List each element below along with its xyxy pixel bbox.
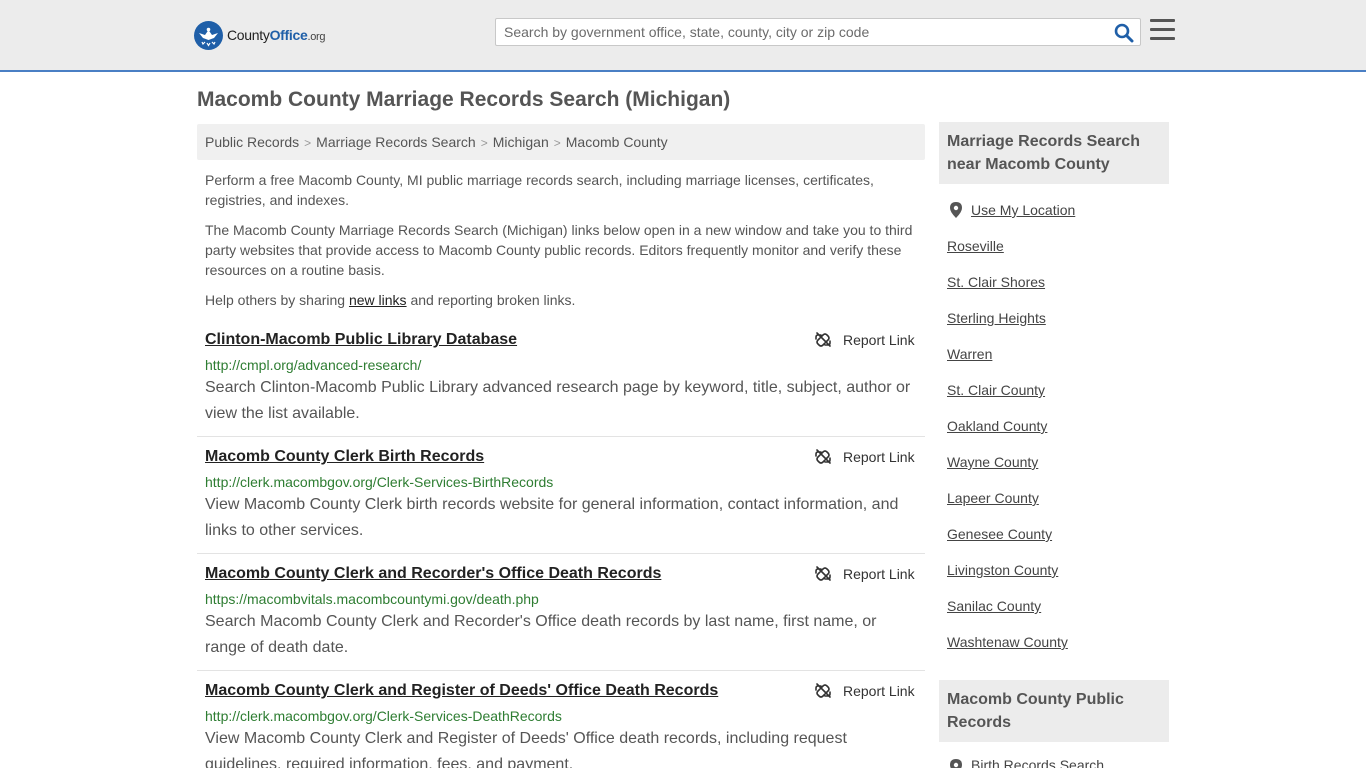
breadcrumb-michigan[interactable]: Michigan (493, 134, 549, 150)
broken-link-icon (815, 683, 831, 698)
sidebar-link-oakland-county[interactable]: Oakland County (947, 418, 1047, 434)
hamburger-menu-icon[interactable] (1150, 19, 1175, 41)
sidebar-public-links: Birth Records Search (947, 756, 1167, 768)
record-description: View Macomb County Clerk birth records w… (205, 496, 899, 539)
breadcrumb: Public Records > Marriage Records Search > M… (197, 124, 925, 160)
sidebar-link-warren[interactable]: Warren (947, 346, 992, 362)
page-title: Macomb County Marriage Records Search (M… (197, 88, 731, 111)
record-title-link[interactable]: Macomb County Clerk Birth Records (205, 448, 484, 466)
breadcrumb-separator: > (304, 136, 312, 150)
sidebar-link-st-clair-shores[interactable]: St. Clair Shores (947, 274, 1045, 290)
report-link-label: Report Link (843, 449, 915, 465)
logo-brand-main: Office (269, 27, 308, 43)
record-url: https://macombvitals.macombcountymi.gov/… (205, 591, 539, 607)
sidebar-link-birth-records[interactable]: Birth Records Search (971, 757, 1104, 768)
report-link-button[interactable]: Report Link (815, 683, 915, 699)
sidebar-nearby-heading: Marriage Records Search near Macomb Coun… (939, 122, 1169, 184)
sidebar-link-washtenaw-county[interactable]: Washtenaw County (947, 634, 1068, 650)
report-link-button[interactable]: Report Link (815, 332, 915, 348)
breadcrumb-separator: > (553, 136, 561, 150)
sidebar-link-livingston-county[interactable]: Livingston County (947, 562, 1058, 578)
breadcrumb-separator: > (480, 136, 488, 150)
record-description: Search Clinton-Macomb Public Library adv… (205, 379, 911, 422)
report-link-label: Report Link (843, 683, 915, 699)
record-item: Clinton-Macomb Public Library Database R… (197, 331, 925, 437)
report-link-button[interactable]: Report Link (815, 449, 915, 465)
new-links-link[interactable]: new links (349, 292, 407, 308)
record-description: Search Macomb County Clerk and Recorder'… (205, 613, 877, 656)
menu-bar (1150, 19, 1175, 22)
record-item: Macomb County Clerk and Register of Deed… (197, 682, 925, 768)
record-title-link[interactable]: Clinton-Macomb Public Library Database (205, 331, 517, 349)
sidebar-link-sanilac-county[interactable]: Sanilac County (947, 598, 1041, 614)
logo-wordmark: CountyOffice.org (227, 27, 326, 43)
report-link-button[interactable]: Report Link (815, 566, 915, 582)
sidebar-link-lapeer-county[interactable]: Lapeer County (947, 490, 1039, 506)
record-title-link[interactable]: Macomb County Clerk and Register of Deed… (205, 682, 718, 700)
sidebar-link-st-clair-county[interactable]: St. Clair County (947, 382, 1045, 398)
menu-bar (1150, 28, 1175, 31)
broken-link-icon (815, 332, 831, 347)
sidebar-link-roseville[interactable]: Roseville (947, 238, 1004, 254)
intro-p3-after: and reporting broken links. (406, 292, 576, 308)
broken-link-icon (815, 566, 831, 581)
intro-p3-before: Help others by sharing (205, 292, 349, 308)
use-my-location-link[interactable]: Use My Location (971, 202, 1075, 218)
site-logo[interactable]: CountyOffice.org (194, 20, 326, 50)
top-header-bar: CountyOffice.org (0, 0, 1366, 72)
record-description: View Macomb County Clerk and Register of… (205, 730, 847, 768)
record-item: Macomb County Clerk Birth Records Report… (197, 448, 925, 554)
report-link-label: Report Link (843, 566, 915, 582)
record-title-link[interactable]: Macomb County Clerk and Recorder's Offic… (205, 565, 661, 583)
report-link-label: Report Link (843, 332, 915, 348)
logo-brand-prefix: County (227, 27, 270, 43)
eagle-seal-icon (194, 20, 223, 50)
logo-brand-tld: .org (307, 31, 326, 43)
location-pin-icon (950, 759, 962, 768)
breadcrumb-marriage-records[interactable]: Marriage Records Search (316, 134, 476, 150)
intro-paragraph-3: Help others by sharing new links and rep… (205, 290, 920, 310)
record-url: http://cmpl.org/advanced-research/ (205, 357, 422, 373)
sidebar-link-wayne-county[interactable]: Wayne County (947, 454, 1038, 470)
sidebar-link-genesee-county[interactable]: Genesee County (947, 526, 1052, 542)
record-item: Macomb County Clerk and Recorder's Offic… (197, 565, 925, 671)
location-pin-icon (950, 202, 962, 223)
intro-paragraph-2: The Macomb County Marriage Records Searc… (205, 222, 913, 278)
record-url: http://clerk.macombgov.org/Clerk-Service… (205, 708, 562, 724)
broken-link-icon (815, 449, 831, 464)
search-icon[interactable] (1114, 23, 1134, 43)
breadcrumb-current: Macomb County (565, 134, 668, 150)
sidebar-link-sterling-heights[interactable]: Sterling Heights (947, 310, 1046, 326)
breadcrumb-public-records[interactable]: Public Records (205, 134, 299, 150)
search-input[interactable] (496, 19, 1106, 45)
site-search-box (495, 18, 1141, 46)
sidebar-public-records-heading: Macomb County Public Records (939, 680, 1169, 742)
record-url: http://clerk.macombgov.org/Clerk-Service… (205, 474, 554, 490)
menu-bar (1150, 37, 1175, 40)
intro-paragraph-1: Perform a free Macomb County, MI public … (205, 172, 874, 208)
